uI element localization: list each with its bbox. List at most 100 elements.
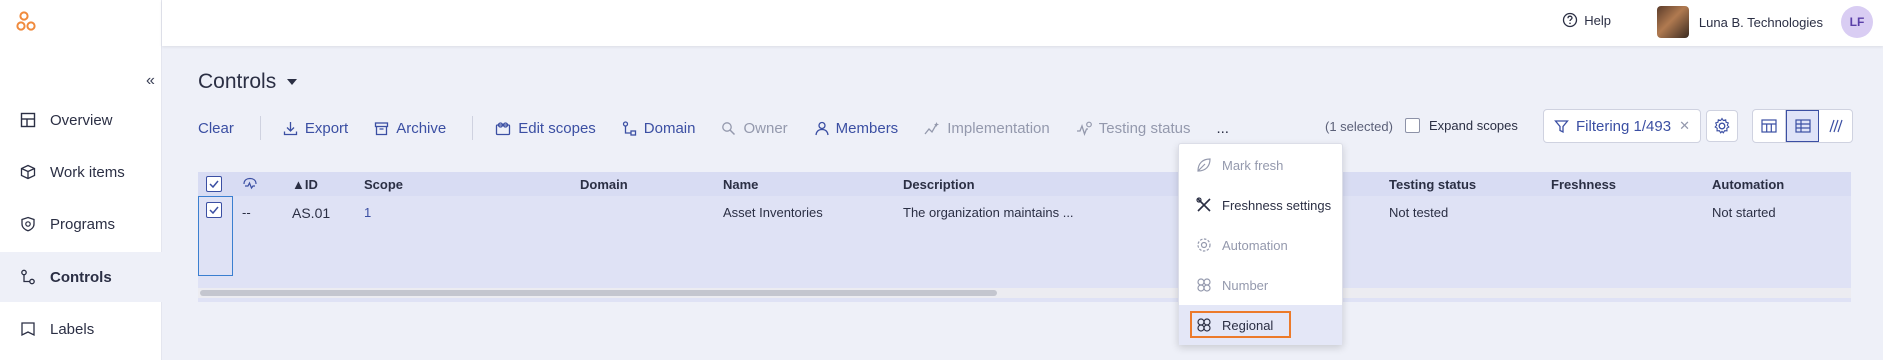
selected-count: (1 selected) [1325,119,1393,134]
more-actions-button[interactable]: ... [1216,120,1229,137]
expand-scopes-toggle[interactable]: Expand scopes [1405,118,1518,133]
implementation-button[interactable]: Implementation [924,120,1050,137]
archive-label: Archive [396,119,447,137]
caret-down-icon[interactable] [286,78,298,86]
expand-scopes-checkbox[interactable] [1405,118,1420,133]
menu-item-label: Mark fresh [1222,157,1284,173]
domain-button[interactable]: Domain [622,120,695,137]
row-freshness: -- [242,205,251,220]
edit-scopes-label: Edit scopes [518,119,596,137]
collapse-sidebar-button[interactable]: « [146,72,155,90]
gear-icon [1714,117,1730,134]
table-view-button[interactable] [1786,110,1819,142]
archive-icon [375,121,389,135]
table-row[interactable]: -- AS.01 1 Asset Inventories The organiz… [198,196,1851,302]
table-header: ▲ID Scope Domain Name Description Testin… [198,172,1851,196]
app-logo[interactable] [14,10,42,38]
user-avatar[interactable]: LF [1841,6,1873,38]
owner-icon [722,121,736,135]
timeline-view-icon [1828,119,1843,133]
owner-label: Owner [743,119,788,137]
sidebar-item-controls[interactable]: Controls [0,252,162,302]
org-avatar [1656,6,1689,38]
column-header-testing-status[interactable]: Testing status [1389,177,1476,192]
domain-icon [622,120,636,136]
implementation-icon [924,121,940,134]
column-header-name[interactable]: Name [723,177,758,192]
toolbar: Clear Export Archive Edit scopes Domain … [198,116,1255,140]
column-header-description[interactable]: Description [903,177,975,192]
horizontal-scrollbar-thumb[interactable] [200,290,997,296]
sidebar-item-work-items[interactable]: Work items [0,147,162,197]
testing-status-label: Testing status [1098,119,1191,137]
divider [472,116,474,140]
leaf-icon [1197,158,1211,172]
topbar: Help Luna B. Technologies LF [162,0,1883,46]
expand-scopes-label: Expand scopes [1429,118,1518,133]
tools-icon [1196,197,1211,212]
page-title: Controls [198,70,298,94]
export-label: Export [304,119,349,137]
controls-icon [20,269,36,285]
menu-item-freshness-settings[interactable]: Freshness settings [1179,185,1342,225]
edit-scopes-button[interactable]: Edit scopes [495,120,596,137]
row-scope-link[interactable]: 1 [364,205,371,220]
menu-item-number[interactable]: Number [1179,265,1342,305]
org-switcher[interactable]: Luna B. Technologies [1656,6,1823,38]
row-automation: Not started [1712,205,1776,220]
label-icon [20,321,36,337]
table-view-icon [1794,119,1811,133]
help-button[interactable]: Help [1562,12,1611,28]
scopes-icon [496,121,511,135]
column-header-domain[interactable]: Domain [580,177,628,192]
help-icon [1563,12,1578,28]
column-header-automation[interactable]: Automation [1712,177,1784,192]
row-testing-status: Not tested [1389,205,1449,220]
controls-table: ▲ID Scope Domain Name Description Testin… [198,172,1851,302]
owner-button[interactable]: Owner [721,119,788,137]
number-icon [1197,278,1211,292]
column-header-freshness[interactable]: Freshness [1551,177,1616,192]
row-name[interactable]: Asset Inventories [723,205,823,220]
members-icon [815,121,829,135]
members-label: Members [835,119,899,137]
sidebar: « Overview Work items Programs Controls … [0,0,162,360]
layout-icon [20,112,36,128]
menu-item-label: Automation [1222,237,1288,253]
testing-status-button[interactable]: Testing status [1076,119,1191,137]
board-view-button[interactable] [1753,110,1786,142]
sidebar-item-label: Work items [50,163,125,181]
org-name: Luna B. Technologies [1698,14,1823,30]
column-header-scope[interactable]: Scope [364,177,403,192]
sidebar-item-labels[interactable]: Labels [0,304,162,354]
filter-label: Filtering 1/493 [1576,117,1672,135]
filter-button[interactable]: Filtering 1/493 ✕ [1543,109,1701,143]
archive-button[interactable]: Archive [374,120,446,137]
board-view-icon [1761,119,1777,133]
testing-status-icon [1076,121,1092,136]
row-checkbox[interactable] [206,202,222,218]
menu-item-label: Number [1222,277,1269,293]
menu-item-label: Freshness settings [1222,197,1332,213]
column-header-id[interactable]: ▲ID [292,177,318,192]
gear-icon [1197,238,1211,252]
sidebar-item-overview[interactable]: Overview [0,95,162,145]
row-id: AS.01 [292,205,331,221]
clear-filter-button[interactable]: ✕ [1679,118,1690,134]
menu-item-mark-fresh[interactable]: Mark fresh [1179,145,1342,185]
clear-button[interactable]: Clear [198,120,234,137]
export-button[interactable]: Export [283,120,348,137]
table-settings-button[interactable] [1706,110,1738,142]
menu-item-automation[interactable]: Automation [1179,225,1342,265]
shield-icon [20,216,36,232]
freshness-header-icon [242,177,258,194]
sidebar-item-programs[interactable]: Programs [0,199,162,249]
filter-icon [1554,119,1569,133]
sidebar-item-label: Controls [50,268,112,286]
select-all-checkbox[interactable] [206,176,222,192]
check-icon [209,206,219,214]
members-button[interactable]: Members [814,119,899,137]
timeline-view-button[interactable] [1819,110,1852,142]
sidebar-item-label: Labels [50,320,95,338]
check-icon [209,180,219,188]
